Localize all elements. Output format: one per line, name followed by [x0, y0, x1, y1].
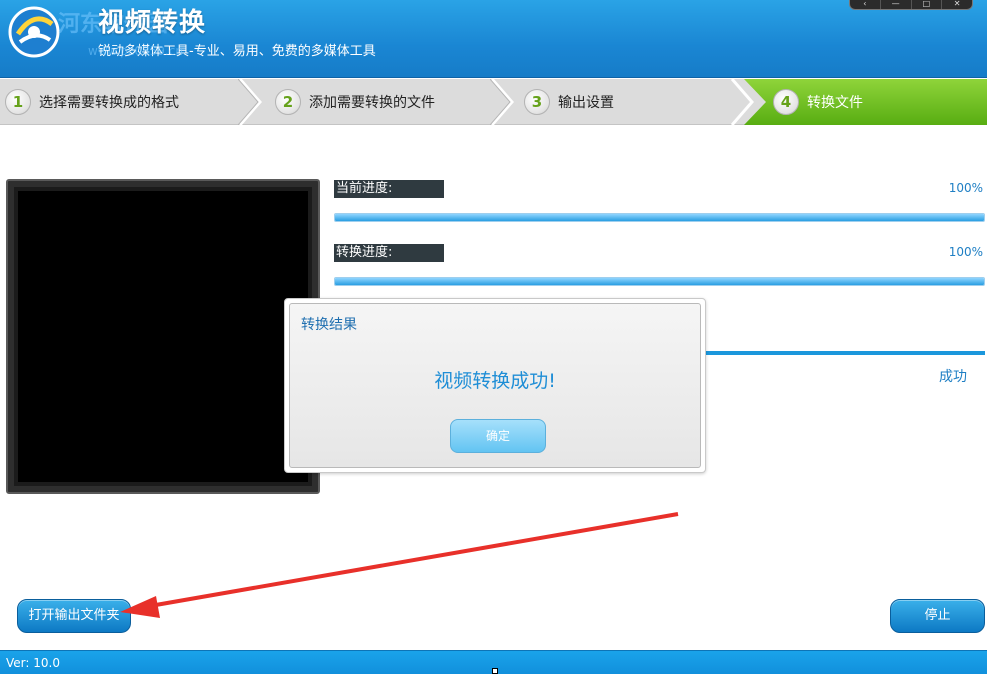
- dialog-body: 转换结果 视频转换成功! 确定: [289, 303, 701, 468]
- minimize-button[interactable]: —: [881, 0, 912, 9]
- app-title: 视频转换: [98, 8, 207, 38]
- version-label: Ver: 10.0: [6, 656, 60, 670]
- app-logo-icon: [8, 6, 60, 58]
- current-progress-bar: [334, 213, 985, 222]
- step-label: 添加需要转换的文件: [309, 95, 435, 111]
- title-bar: 河东软件园 视频转换 锐动多媒体工具-专业、易用、免费的多媒体工具 www.pc…: [0, 0, 987, 78]
- step-number: 3: [524, 89, 550, 115]
- conversion-result-dialog: 转换结果 视频转换成功! 确定: [284, 298, 706, 473]
- step-number: 1: [5, 89, 31, 115]
- dialog-message: 视频转换成功!: [434, 370, 556, 392]
- back-button[interactable]: ‹: [850, 0, 881, 9]
- step-number: 4: [773, 89, 799, 115]
- step-bar: 1 选择需要转换成的格式 2 添加需要转换的文件 3 输出设置 4 转换文件: [0, 79, 987, 125]
- result-status: 成功: [939, 369, 967, 385]
- video-preview-screen: [18, 191, 308, 482]
- mouse-cursor-icon: [492, 668, 498, 674]
- current-progress-fill: [335, 214, 984, 221]
- dialog-title: 转换结果: [301, 317, 357, 333]
- step-label: 选择需要转换成的格式: [39, 95, 179, 111]
- step-label: 输出设置: [558, 95, 614, 111]
- overall-progress-bar: [334, 277, 985, 286]
- chevron-right-icon: [490, 79, 514, 125]
- watermark-url: www.pc0359.cn: [88, 44, 183, 58]
- step-4: 4 转换文件: [773, 79, 863, 125]
- overall-progress-label: 转换进度:: [334, 244, 444, 262]
- current-progress-label: 当前进度:: [334, 180, 444, 198]
- video-preview: [6, 179, 320, 494]
- overall-progress-fill: [335, 278, 984, 285]
- chevron-right-icon: [238, 79, 262, 125]
- close-button[interactable]: ✕: [942, 0, 972, 9]
- open-output-folder-button[interactable]: 打开输出文件夹: [17, 599, 131, 633]
- stop-button[interactable]: 停止: [890, 599, 985, 633]
- window-controls: ‹ — □ ✕: [849, 0, 973, 10]
- step-label: 转换文件: [807, 95, 863, 111]
- result-divider: [706, 351, 985, 355]
- current-progress-percent: 100%: [948, 181, 983, 195]
- chevron-right-icon: [730, 79, 754, 125]
- step-3: 3 输出设置: [524, 79, 614, 125]
- overall-progress-percent: 100%: [948, 245, 983, 259]
- step-number: 2: [275, 89, 301, 115]
- ok-button[interactable]: 确定: [450, 419, 546, 453]
- step-1: 1 选择需要转换成的格式: [5, 79, 179, 125]
- maximize-button[interactable]: □: [912, 0, 943, 9]
- app-window: 河东软件园 视频转换 锐动多媒体工具-专业、易用、免费的多媒体工具 www.pc…: [0, 0, 987, 674]
- step-2: 2 添加需要转换的文件: [275, 79, 435, 125]
